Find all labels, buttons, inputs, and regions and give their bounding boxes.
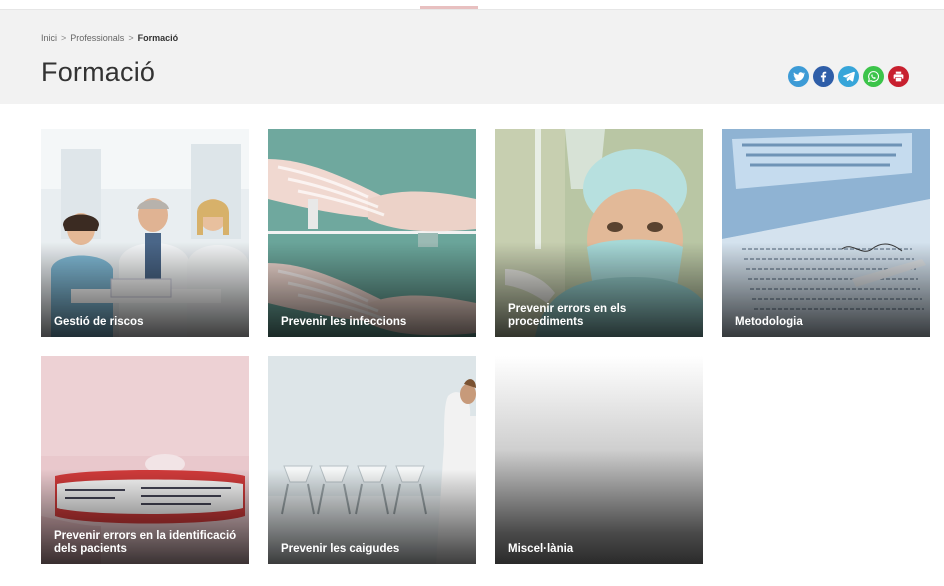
twitter-icon[interactable] [788,66,809,87]
category-card-prevenir-caigudes[interactable]: Prevenir les caigudes [268,356,476,564]
card-label: Miscel·lània [508,543,574,555]
card-label: Metodologia [735,316,803,328]
facebook-icon[interactable] [813,66,834,87]
breadcrumb: Inici > Professionals > Formació [41,33,178,43]
card-label: Prevenir errors en la identificació dels… [54,530,237,555]
card-label: Prevenir errors en els procediments [508,303,627,328]
print-icon[interactable] [888,66,909,87]
breadcrumb-current: Formació [137,33,179,43]
telegram-icon[interactable] [838,66,859,87]
breadcrumb-separator: > [128,33,134,43]
breadcrumb-item-professionals[interactable]: Professionals [70,33,124,43]
share-toolbar [788,66,909,87]
category-card-prevenir-errors-procediments[interactable]: Prevenir errors en els procediments [495,129,703,337]
category-card-prevenir-infeccions[interactable]: Prevenir les infeccions [268,129,476,337]
breadcrumb-item-inici[interactable]: Inici [41,33,57,43]
whatsapp-icon[interactable] [863,66,884,87]
breadcrumb-separator: > [61,33,67,43]
category-card-metodologia[interactable]: Metodologia [722,129,930,337]
page-header: Inici > Professionals > Formació Formaci… [0,9,944,104]
category-card-gestio-riscos[interactable]: Gestió de riscos [41,129,249,337]
category-card-miscellania[interactable]: Miscel·lània [495,356,703,564]
card-label: Prevenir les caigudes [281,543,400,555]
card-label: Prevenir les infeccions [281,316,407,328]
page-title: Formació [41,57,156,87]
category-card-identificacio-pacients[interactable]: Prevenir errors en la identificació dels… [41,356,249,564]
card-label: Gestió de riscos [54,316,144,328]
